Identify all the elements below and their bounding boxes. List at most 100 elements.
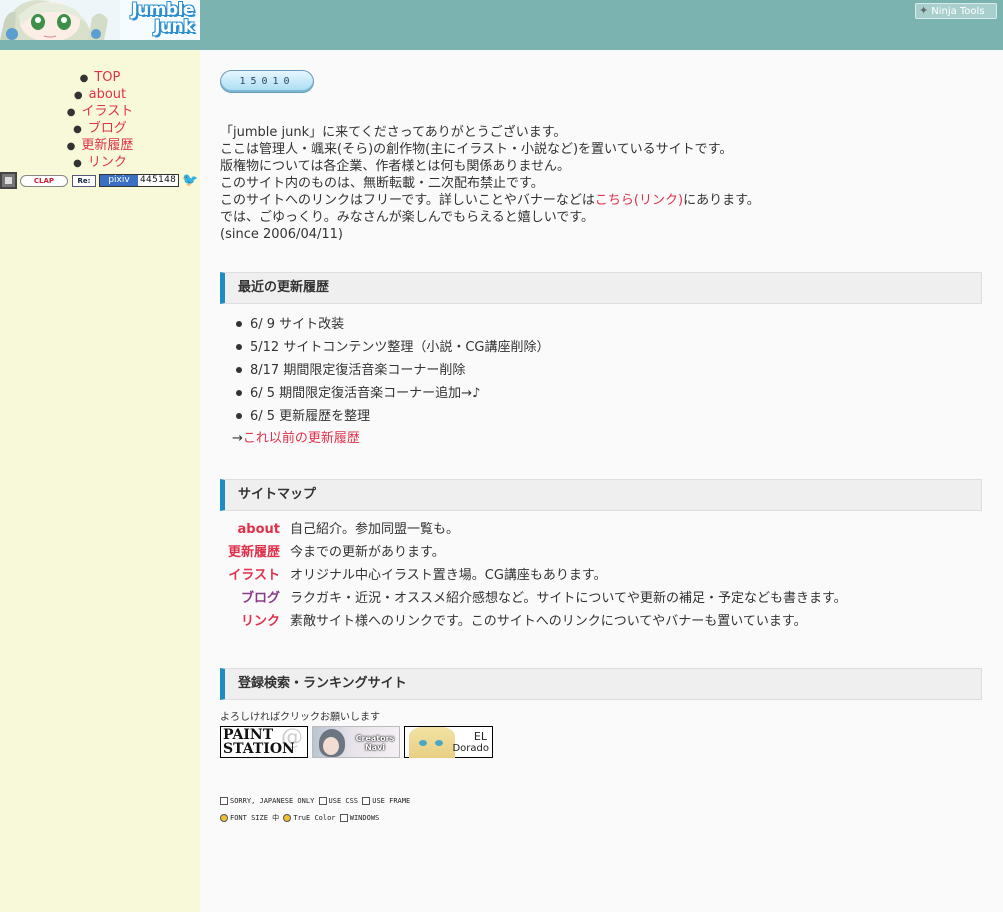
nav-link-top[interactable]: TOP [94, 70, 120, 85]
update-text: 5/12 サイトコンテンツ整理（小説・CG講座削除） [250, 340, 550, 355]
updates-list: 6/ 9 サイト改装 5/12 サイトコンテンツ整理（小説・CG講座削除） 8/… [232, 313, 932, 428]
section-heading-ranking: 登録検索・ランキングサイト [220, 668, 982, 700]
intro-line: 版権物については各企業、作者様とは何も関係ありません。 [220, 159, 570, 174]
sidebar: ● TOP ● about ● イラスト ● ブログ ● 更新履歴 ● リンク CLAP R… [0, 50, 200, 912]
nav-item-top: ● TOP [0, 69, 200, 86]
sitemap-desc: ラクガキ・近況・オススメ紹介感想など。サイトについてや更新の補足・予定なども書き… [290, 591, 847, 606]
intro-line: では、ごゆっくり。みなさんが楽しんでもらえると嬉しいです。 [220, 210, 595, 225]
sitemap-row: イラスト オリジナル中心イラスト置き場。CG講座もあります。 [220, 564, 980, 587]
notebook-icon[interactable] [0, 172, 17, 189]
banner-character-face [323, 737, 339, 755]
footer-text: SORRY, JAPANESE ONLY [230, 797, 315, 805]
intro-text: 「jumble junk」に来てくださってありがとうございます。 ここは管理人・… [220, 124, 980, 243]
footer-text: USE FRAME [372, 797, 411, 805]
nav-link-illust[interactable]: イラスト [81, 104, 133, 119]
update-text: 6/ 9 サイト改装 [250, 317, 345, 332]
bullet-icon [236, 366, 242, 373]
nav-link-history[interactable]: 更新履歴 [81, 138, 133, 153]
bullet-icon: ● [73, 90, 83, 101]
section-heading-sitemap: サイトマップ [220, 479, 982, 511]
sitemap-list: about 自己紹介。参加同盟一覧も。 更新履歴 今までの更新があります。 イラスト… [220, 518, 980, 633]
update-text: 6/ 5 更新履歴を整理 [250, 409, 371, 424]
banner-text: STATION [223, 741, 295, 757]
css-icon [318, 797, 327, 805]
nav-item-about: ● about [0, 86, 200, 103]
footer-text: FONT SIZE 中 [230, 814, 280, 822]
bullet-icon: ● [73, 124, 82, 135]
nav-link-blog[interactable]: ブログ [88, 121, 127, 136]
banner-text: EL [473, 730, 487, 743]
logo-line-2: Junk [154, 17, 194, 37]
banner-character-eye [435, 740, 443, 746]
list-item: 5/12 サイトコンテンツ整理（小説・CG講座削除） [232, 336, 932, 359]
bullet-icon: ● [79, 73, 89, 84]
banner-text: Dorado [452, 743, 489, 754]
site-logo[interactable]: Jumble Junk [0, 0, 200, 40]
paint-station-banner[interactable]: @ PAINT STATION [220, 726, 308, 758]
since-date: (since 2006/04/11) [220, 227, 343, 242]
sitemap-link-history[interactable]: 更新履歴 [220, 541, 280, 564]
footer-text: TruE Color [293, 814, 336, 822]
pixiv-badge[interactable]: pixiv 445148 [99, 174, 179, 187]
windows-icon [339, 814, 348, 822]
footer-info-row-1: SORRY, JAPANESE ONLY USE CSS USE FRAME [220, 796, 620, 806]
reply-button[interactable]: Re: [72, 175, 96, 187]
banner-character-eye [419, 740, 427, 746]
arrow-icon: → [232, 431, 243, 446]
intro-line: 「jumble junk」に来てくださってありがとうございます。 [220, 125, 567, 140]
logo-character-art [0, 0, 120, 40]
list-item: 6/ 5 更新履歴を整理 [232, 405, 932, 428]
pixiv-label: pixiv [100, 175, 138, 186]
nav-item-blog: ● ブログ [0, 120, 200, 137]
sitemap-link-blog[interactable]: ブログ [220, 587, 280, 610]
sitemap-row: リンク 素敵サイト様へのリンクです。このサイトへのリンクについてやバナーも置いてい… [220, 610, 980, 633]
sidebar-icon-row: CLAP Re: pixiv 445148 🐦 [0, 172, 200, 190]
sidebar-nav: ● TOP ● about ● イラスト ● ブログ ● 更新履歴 ● リンク [0, 69, 200, 171]
link-page-link[interactable]: こちら(リンク) [595, 193, 683, 208]
sitemap-row: 更新履歴 今までの更新があります。 [220, 541, 980, 564]
twitter-bird-icon[interactable]: 🐦 [182, 174, 199, 188]
creators-navi-banner[interactable]: Creators Navi [312, 726, 400, 758]
color-icon [283, 814, 292, 822]
update-text: 6/ 5 期間限定復活音楽コーナー追加→♪ [250, 386, 481, 401]
sitemap-desc: 今までの更新があります。 [290, 545, 445, 560]
pixiv-count: 445148 [140, 175, 177, 185]
nav-item-illust: ● イラスト [0, 103, 200, 120]
list-item: 6/ 9 サイト改装 [232, 313, 932, 336]
logo-text: Jumble Junk [118, 0, 200, 40]
intro-text-post: にあります。 [683, 193, 760, 208]
nav-link-about[interactable]: about [89, 87, 127, 102]
clap-button[interactable]: CLAP [20, 175, 68, 187]
sitemap-row: about 自己紹介。参加同盟一覧も。 [220, 518, 980, 541]
footer-text: USE CSS [328, 797, 359, 805]
older-updates-link[interactable]: これ以前の更新履歴 [243, 431, 360, 446]
bullet-icon: ● [73, 158, 82, 169]
el-dorado-banner[interactable]: EL Dorado [404, 726, 493, 758]
bullet-icon [236, 343, 242, 350]
ninja-tools-badge[interactable]: ✦ Ninja Tools [915, 3, 997, 19]
bullet-icon [236, 412, 242, 419]
font-size-icon [220, 814, 228, 822]
bullet-icon: ● [66, 141, 76, 152]
update-text: 8/17 期間限定復活音楽コーナー削除 [250, 363, 466, 378]
bullet-icon [236, 320, 242, 327]
intro-text-pre: このサイトへのリンクはフリーです。詳しいことやバナーなどは [220, 193, 595, 208]
intro-line: このサイトへのリンクはフリーです。詳しいことやバナーなどはこちら(リンク)にあり… [220, 192, 980, 209]
banner-character-image [409, 727, 455, 758]
bullet-icon: ● [66, 107, 76, 118]
intro-line: ここは管理人・颯来(そら)の創作物(主にイラスト・小説など)を置いているサイトで… [220, 142, 733, 157]
nav-item-link: ● リンク [0, 154, 200, 171]
sitemap-link-about[interactable]: about [220, 518, 280, 541]
section-heading-updates: 最近の更新履歴 [220, 272, 982, 304]
header-bar: Jumble Junk ✦ Ninja Tools [0, 0, 1003, 50]
bullet-icon [236, 389, 242, 396]
intro-line: このサイト内のものは、無断転載・二次配布禁止です。 [220, 176, 544, 191]
banner-text: Creators Navi [355, 734, 395, 752]
sitemap-desc: 素敵サイト様へのリンクです。このサイトへのリンクについてやバナーも置いています。 [290, 614, 807, 629]
nav-link-link[interactable]: リンク [88, 155, 127, 170]
shuriken-icon: ✦ [919, 4, 929, 17]
nav-item-history: ● 更新履歴 [0, 137, 200, 154]
sitemap-link-illust[interactable]: イラスト [220, 564, 280, 587]
ninja-tools-label: Ninja Tools [931, 6, 985, 17]
sitemap-link-link[interactable]: リンク [220, 610, 280, 633]
